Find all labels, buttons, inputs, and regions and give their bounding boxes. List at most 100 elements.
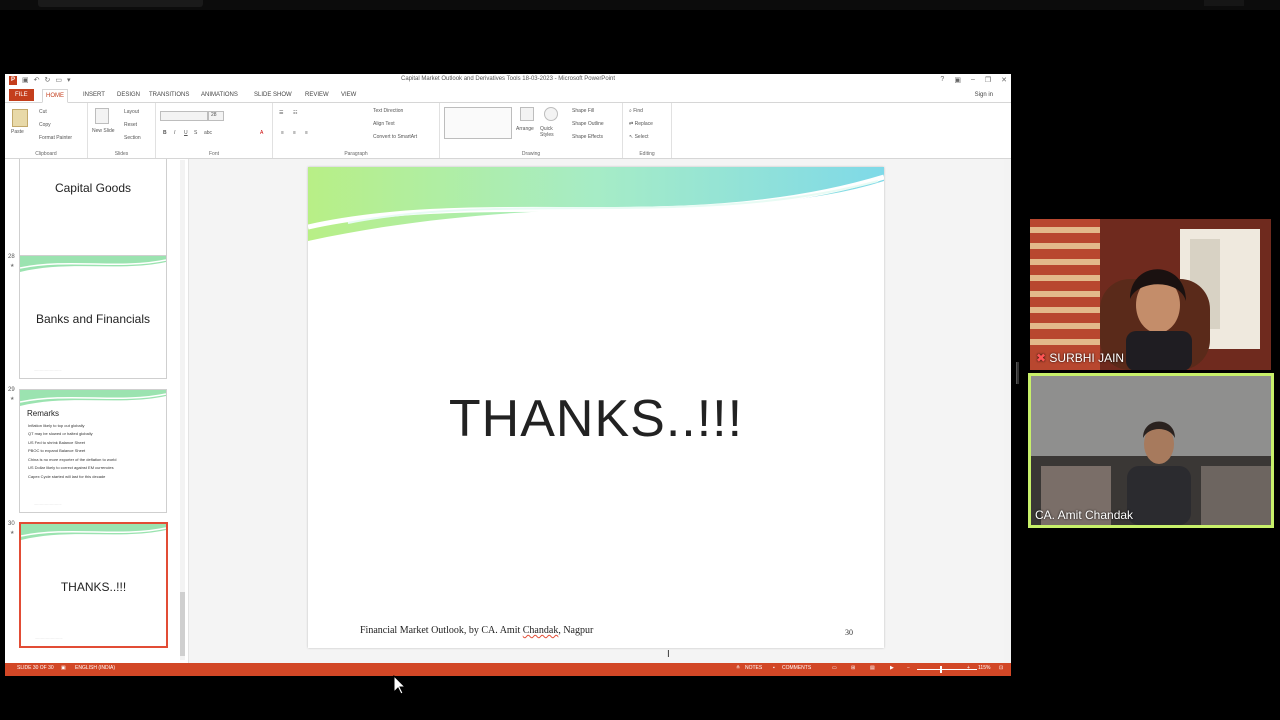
current-slide[interactable]: THANKS..!!! Financial Market Outlook, by… — [308, 167, 884, 648]
meeting-top-bar-control-right[interactable] — [1204, 0, 1244, 6]
slide-sorter-icon[interactable]: ⊞ — [851, 665, 855, 671]
align-right-icon[interactable]: ≡ — [305, 130, 308, 136]
shape-effects-button[interactable]: Shape Effects — [572, 134, 603, 140]
spellcheck-icon[interactable]: ▣ — [61, 665, 66, 671]
slide-title[interactable]: THANKS..!!! — [308, 389, 884, 449]
ribbon-display-icon[interactable]: ▣ — [954, 76, 961, 84]
quick-styles-button[interactable]: Quick Styles — [540, 126, 562, 138]
section-button[interactable]: Section — [124, 135, 141, 141]
select-button[interactable]: ↖ Select — [629, 134, 649, 140]
text-direction-button[interactable]: Text Direction — [373, 108, 403, 114]
tab-transitions[interactable]: TRANSITIONS — [146, 90, 192, 100]
reset-button[interactable]: Reset — [124, 122, 137, 128]
tab-review[interactable]: REVIEW — [302, 90, 332, 100]
slide-number: 30 — [845, 628, 853, 637]
group-font: 28 B I U S abc A Font — [156, 103, 273, 158]
convert-smartart-button[interactable]: Convert to SmartArt — [373, 134, 417, 140]
sign-in-link[interactable]: Sign in — [975, 92, 993, 98]
font-color-icon[interactable]: A — [260, 130, 263, 136]
tab-slide-show[interactable]: SLIDE SHOW — [251, 90, 295, 100]
thumbnail-scrollbar[interactable] — [180, 160, 185, 660]
thumbnail-scrollbar-thumb[interactable] — [180, 592, 185, 656]
thumbnail-wave-decoration — [20, 390, 166, 406]
font-name-box[interactable] — [160, 111, 208, 121]
meeting-top-bar-control[interactable] — [38, 0, 203, 7]
thumbnail-title: Remarks — [27, 409, 60, 418]
restore-icon[interactable]: ❐ — [985, 76, 991, 84]
help-icon[interactable]: ? — [940, 76, 944, 84]
tab-animations[interactable]: ANIMATIONS — [198, 90, 241, 100]
bullets-icon[interactable]: ☰ — [279, 110, 283, 116]
thumbnail-bullet: QT may be slowed or halted globally — [28, 431, 93, 436]
participant-video-2-active-speaker[interactable]: CA. Amit Chandak — [1028, 373, 1274, 528]
thumbnail-footer: ................................. — [35, 636, 63, 640]
paste-icon[interactable] — [12, 109, 28, 127]
layout-button[interactable]: Layout — [124, 109, 139, 115]
slide-footer[interactable]: Financial Market Outlook, by CA. Amit Ch… — [360, 625, 593, 636]
normal-view-icon[interactable]: ▭ — [832, 665, 837, 671]
zoom-out-icon[interactable]: − — [907, 665, 910, 671]
shape-outline-button[interactable]: Shape Outline — [572, 121, 604, 127]
thumbnail-slide-28[interactable]: Banks and Financials ...................… — [19, 255, 167, 379]
minimize-icon[interactable]: – — [971, 76, 975, 84]
panel-resize-handle[interactable] — [1016, 362, 1019, 384]
thumbnail-slide-29[interactable]: Remarks Inflation likely to top out glob… — [19, 389, 167, 513]
underline-icon[interactable]: U — [184, 130, 188, 136]
tab-insert[interactable]: INSERT — [80, 90, 108, 100]
shape-fill-button[interactable]: Shape Fill — [572, 108, 594, 114]
arrange-icon[interactable] — [520, 107, 534, 121]
participant-name-label: SURBHI JAIN — [1049, 351, 1125, 365]
group-slides: New Slide Layout Reset Section Slides — [88, 103, 156, 158]
thumbnail-footer: ................................. — [34, 502, 62, 506]
tab-home[interactable]: HOME — [42, 89, 68, 103]
zoom-slider-handle[interactable] — [940, 666, 942, 673]
slide-scrollbar[interactable] — [1004, 159, 1011, 663]
quick-styles-icon[interactable] — [544, 107, 558, 121]
comments-button[interactable]: COMMENTS — [782, 665, 811, 671]
find-button[interactable]: ⌕ Find — [629, 108, 643, 114]
zoom-in-icon[interactable]: + — [967, 665, 970, 671]
binoculars-icon: ⌕ — [629, 108, 632, 114]
notes-button[interactable]: NOTES — [745, 665, 762, 671]
cut-button[interactable]: Cut — [39, 109, 47, 115]
numbering-icon[interactable]: ☷ — [293, 110, 297, 116]
text-cursor-icon: I — [667, 649, 670, 660]
reading-view-icon[interactable]: ▤ — [870, 665, 875, 671]
align-left-icon[interactable]: ≡ — [281, 130, 284, 136]
zoom-level[interactable]: 115% — [978, 665, 990, 671]
language-indicator[interactable]: ENGLISH (INDIA) — [75, 665, 115, 671]
window-controls: ? ▣ – ❐ ✕ — [940, 76, 1007, 84]
find-label: Find — [633, 108, 643, 114]
close-icon[interactable]: ✕ — [1001, 76, 1007, 84]
slide-show-icon[interactable]: ▶ — [890, 665, 894, 671]
bold-icon[interactable]: B — [163, 130, 167, 136]
copy-button[interactable]: Copy — [39, 122, 51, 128]
tab-file[interactable]: FILE — [9, 89, 34, 101]
clipboard-group-label: Clipboard — [35, 151, 57, 157]
thumbnail-slide-30[interactable]: THANKS..!!! ............................… — [19, 522, 168, 648]
align-center-icon[interactable]: ≡ — [293, 130, 296, 136]
paste-button[interactable]: Paste — [11, 129, 24, 135]
strikethrough-icon[interactable]: S — [194, 130, 197, 136]
notes-icon: ≙ — [736, 665, 741, 671]
thumbnail-number: 30 — [8, 521, 15, 527]
meeting-top-bar — [0, 0, 1280, 10]
replace-button[interactable]: ⇄ Replace — [629, 121, 653, 127]
replace-icon: ⇄ — [629, 121, 634, 127]
align-text-button[interactable]: Align Text — [373, 121, 395, 127]
animation-star-icon: ★ — [10, 263, 15, 269]
new-slide-button[interactable]: New Slide — [92, 128, 115, 134]
new-slide-icon[interactable] — [95, 108, 109, 124]
status-bar: SLIDE 30 OF 30 ▣ ENGLISH (INDIA) ≙ NOTES… — [5, 663, 1011, 676]
slide-editing-area[interactable]: THANKS..!!! Financial Market Outlook, by… — [189, 159, 1004, 663]
italic-icon[interactable]: I — [174, 130, 175, 136]
fit-slide-icon[interactable]: ⊡ — [999, 665, 1003, 671]
tab-view[interactable]: VIEW — [338, 90, 359, 100]
participant-video-1[interactable]: ✖ SURBHI JAIN — [1030, 219, 1271, 370]
shapes-gallery[interactable] — [444, 107, 512, 139]
shadow-icon[interactable]: abc — [204, 130, 212, 136]
arrange-button[interactable]: Arrange — [516, 126, 534, 132]
format-painter-button[interactable]: Format Painter — [39, 135, 72, 141]
tab-design[interactable]: DESIGN — [114, 90, 143, 100]
select-icon: ↖ — [629, 134, 634, 140]
